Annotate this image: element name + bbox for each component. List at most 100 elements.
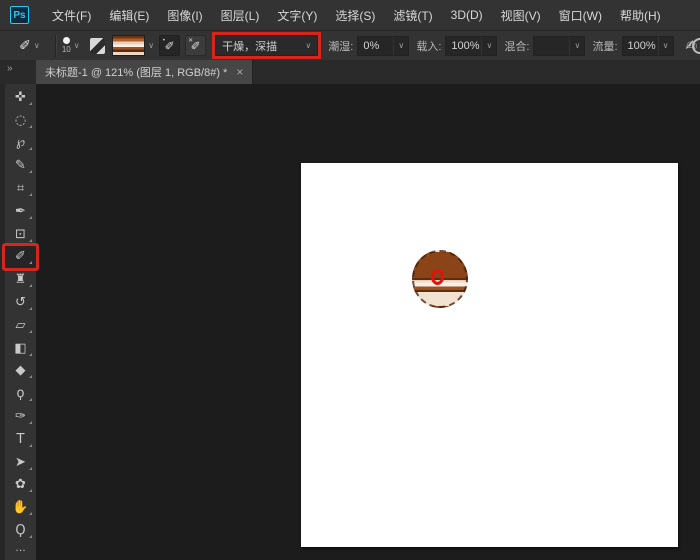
zoom-tool[interactable]: Ϙ [5, 519, 36, 542]
path-selection-tool[interactable]: ➤ [5, 451, 36, 474]
current-brush-load-swatch [112, 35, 145, 56]
move-tool[interactable]: ✜ [5, 86, 36, 109]
mixer-field: 混合: ∨ [504, 36, 585, 56]
brush-combination-value: 干燥，深描 [222, 38, 302, 54]
load-brush-after-each-stroke-button[interactable]: • ✐ [159, 35, 180, 56]
photoshop-logo[interactable]: Ps [10, 6, 29, 24]
mixer-field: 流量: 100% ∨ [592, 36, 673, 56]
menu-item[interactable]: 窗口(W) [550, 0, 611, 30]
pen-tool[interactable]: ✑ [5, 405, 36, 428]
custom-shape-tool[interactable]: ✿ [5, 474, 36, 497]
menu-bar: Ps 文件(F) 编辑(E) 图像(I) 图层(L) 文字(Y) 选择(S) 滤… [0, 0, 700, 30]
brush-size-picker[interactable]: 10 ∨ [62, 37, 80, 54]
tool-icon: ✋ [12, 501, 28, 514]
crop-tool[interactable]: ⌗ [5, 177, 36, 200]
field-dropdown[interactable]: ∨ [533, 36, 585, 56]
menu-item[interactable]: 文件(F) [43, 0, 100, 30]
type-tool[interactable]: T [5, 428, 36, 451]
spot-healing-brush-tool[interactable]: ⊡ [5, 223, 36, 246]
brush-tip-dot [63, 37, 70, 44]
menu-item[interactable]: 选择(S) [326, 0, 384, 30]
tools-panel: ✜ ◌ ℘ ✎ ⌗ ✒ [0, 84, 36, 560]
main-area: ✜ ◌ ℘ ✎ ⌗ ✒ [0, 84, 700, 560]
elliptical-marquee-tool[interactable]: ◌ [5, 109, 36, 132]
field-dropdown[interactable]: 0% ∨ [357, 36, 409, 56]
menu-item[interactable]: 滤镜(T) [384, 0, 441, 30]
tool-icon: ✿ [15, 478, 26, 491]
tool-icon: ✜ [15, 91, 26, 104]
clean-brush-after-each-stroke-button[interactable]: ✕ ✐ [185, 35, 206, 56]
tab-close-icon[interactable]: × [236, 65, 243, 79]
field-dropdown[interactable]: 100% ∨ [622, 36, 674, 56]
field-value: 100% [446, 40, 481, 52]
chevron-down-icon: ∨ [305, 41, 311, 50]
brush-settings-panel-toggle-button[interactable] [90, 38, 106, 54]
tool-icon: ➤ [15, 456, 26, 469]
tool-icon: ◧ [14, 342, 26, 355]
field-value: 0% [358, 40, 393, 52]
menu-item[interactable]: 图层(L) [212, 0, 269, 30]
tool-icon: ▱ [16, 319, 26, 332]
field-dropdown[interactable]: 100% ∨ [445, 36, 497, 56]
tool-icon: ✎ [15, 159, 26, 172]
chevron-down-icon: ∨ [481, 37, 496, 55]
brush-size-value: 10 [62, 46, 71, 54]
tool-icon: ✑ [15, 410, 26, 423]
menu-item[interactable]: 帮助(H) [611, 0, 670, 30]
gradient-tool[interactable]: ◧ [5, 337, 36, 360]
document-tab-title: 未标题-1 @ 121% (图层 1, RGB/8#) * [45, 64, 227, 80]
brush-tip-preview: 10 [62, 37, 71, 54]
brush-sample-ring-icon [431, 269, 444, 285]
tab-bar: » 未标题-1 @ 121% (图层 1, RGB/8#) * × [0, 60, 700, 84]
hand-tool[interactable]: ✋ [5, 496, 36, 519]
button-mark: • [162, 37, 166, 44]
tool-icon: ↺ [15, 296, 26, 309]
button-mark: ✕ [188, 37, 193, 44]
chevron-down-icon: ∨ [658, 37, 673, 55]
document-tab[interactable]: 未标题-1 @ 121% (图层 1, RGB/8#) * × [36, 60, 253, 84]
lasso-tool[interactable]: ℘ [5, 132, 36, 155]
tool-icon: ◌ [15, 114, 26, 127]
dodge-tool[interactable]: ϙ [5, 382, 36, 405]
mixer-field: 潮湿: 0% ∨ [328, 36, 409, 56]
mixer-brush-icon: ✐ [19, 38, 31, 54]
document-area [36, 84, 700, 560]
eyedropper-tool[interactable]: ✒ [5, 200, 36, 223]
brush-load-buttons: • ✐ ✕ ✐ [154, 35, 206, 56]
blur-tool[interactable]: ◆ [5, 360, 36, 383]
history-brush-tool[interactable]: ↺ [5, 291, 36, 314]
mixer-brush-fields: 潮湿: 0% ∨ 载入: 100% ∨ 混合: [328, 36, 680, 56]
brush-glyph-icon: ✐ [165, 39, 175, 53]
tool-preset-picker[interactable]: ✐ ∨ [12, 34, 47, 58]
options-bar: ✐ ∨ 10 ∨ ∨ • ✐ ✕ ✐ [0, 30, 700, 60]
tool-icon: ⌗ [17, 182, 24, 195]
canvas[interactable] [301, 163, 678, 547]
tool-icon: ✒ [15, 205, 26, 218]
tool-icon: ϙ [17, 387, 25, 400]
tool-icon: T [17, 433, 25, 446]
options-divider [55, 35, 56, 57]
tool-icon: ♜ [15, 273, 27, 286]
quick-selection-tool[interactable]: ✎ [5, 154, 36, 177]
menu-item[interactable]: 编辑(E) [100, 0, 158, 30]
clone-stamp-tool[interactable]: ♜ [5, 268, 36, 291]
chevron-down-icon: ∨ [393, 37, 408, 55]
menu-item[interactable]: 视图(V) [492, 0, 550, 30]
menu-item[interactable]: 文字(Y) [268, 0, 326, 30]
mixer-brush-tool[interactable]: ✐ [5, 246, 36, 269]
menu-items: 文件(F) 编辑(E) 图像(I) 图层(L) 文字(Y) 选择(S) 滤镜(T… [43, 0, 670, 30]
menu-item[interactable]: 3D(D) [442, 0, 492, 30]
field-label: 载入: [416, 38, 441, 54]
tool-icon: ✐ [15, 250, 26, 263]
field-label: 混合: [504, 38, 529, 54]
chevron-down-icon: ∨ [74, 41, 80, 50]
current-brush-load-picker[interactable]: ∨ [112, 35, 154, 56]
chevron-down-icon: ∨ [569, 37, 584, 55]
chevron-down-icon: ∨ [34, 41, 40, 50]
eraser-tool[interactable]: ▱ [5, 314, 36, 337]
collapse-panels-chevron-icon[interactable]: » [7, 63, 12, 74]
edit-toolbar-ellipsis[interactable]: … [5, 542, 36, 560]
brush-combination-dropdown[interactable]: 干燥，深描 ∨ [215, 35, 318, 56]
menu-item[interactable]: 图像(I) [158, 0, 211, 30]
tool-icon: ◆ [16, 364, 26, 377]
